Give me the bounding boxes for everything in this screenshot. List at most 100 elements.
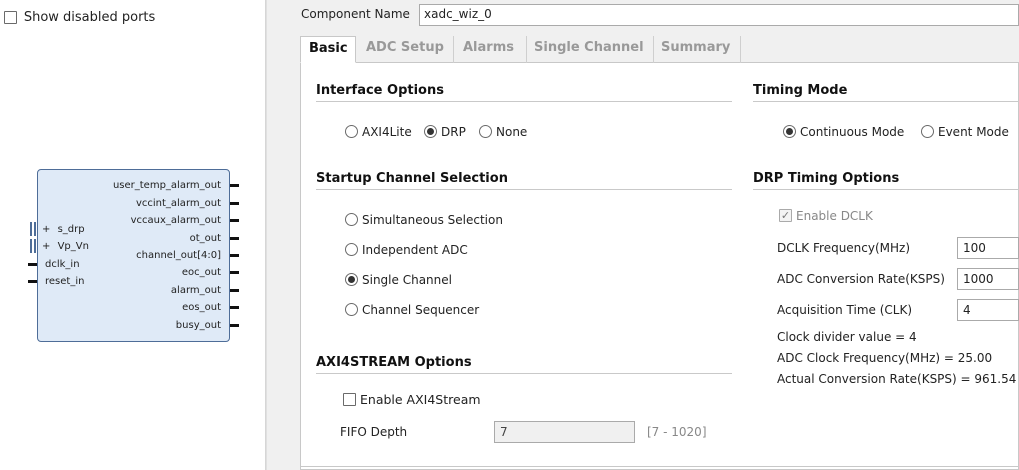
port-busy-out: busy_out: [175, 320, 221, 331]
pin: [230, 219, 239, 222]
acquisition-time-input[interactable]: 4: [957, 299, 1019, 321]
radio-button[interactable]: [345, 213, 358, 226]
pin: [230, 289, 239, 292]
radio-independent-adc-label: Independent ADC: [362, 242, 468, 257]
port-ot-out: ot_out: [189, 233, 221, 244]
expand-icon[interactable]: +: [42, 224, 50, 235]
radio-button[interactable]: [345, 273, 358, 286]
tab-bar: Basic ADC Setup Alarms Single Channel Su…: [300, 36, 1019, 63]
adc-conversion-rate-label: ADC Conversion Rate(KSPS): [777, 272, 945, 286]
radio-none-label: None: [496, 124, 528, 139]
port-vccaux-alarm-out: vccaux_alarm_out: [130, 215, 221, 226]
pin: [230, 254, 239, 257]
adc-conversion-rate-input[interactable]: 1000: [957, 268, 1019, 290]
port-dclk-in: dclk_in: [45, 259, 80, 270]
checkbox-box[interactable]: [4, 11, 17, 24]
checkbox-box[interactable]: [343, 393, 356, 406]
radio-event-mode-label: Event Mode: [938, 124, 1009, 139]
radio-button[interactable]: [479, 125, 492, 138]
tab-single-channel[interactable]: Single Channel: [526, 36, 654, 63]
fifo-depth-label: FIFO Depth: [340, 425, 408, 439]
radio-button[interactable]: [424, 125, 437, 138]
radio-button[interactable]: [345, 243, 358, 256]
pin: [230, 237, 239, 240]
pin: [28, 280, 37, 283]
pin: [230, 271, 239, 274]
splitter[interactable]: [266, 0, 296, 470]
pin: [230, 184, 239, 187]
radio-event-mode[interactable]: Event Mode: [921, 124, 1009, 139]
drp-timing-title: DRP Timing Options: [753, 171, 900, 186]
tab-adc-setup[interactable]: ADC Setup: [358, 36, 454, 63]
radio-none[interactable]: None: [479, 124, 527, 139]
component-name-input[interactable]: xadc_wiz_0: [419, 4, 1019, 26]
divider: [753, 189, 1019, 190]
timing-mode-title: Timing Mode: [753, 83, 848, 98]
radio-axi4lite-label: AXI4Lite: [362, 124, 412, 139]
pin: [28, 263, 37, 266]
divider: [316, 373, 732, 374]
port-vp-vn-label: Vp_Vn: [57, 241, 89, 252]
clock-divider-text: Clock divider value = 4: [777, 330, 917, 344]
axi4stream-options-title: AXI4STREAM Options: [316, 355, 472, 370]
enable-axi4stream-label: Enable AXI4Stream: [360, 392, 481, 407]
radio-continuous-mode[interactable]: Continuous Mode: [783, 124, 904, 139]
radio-continuous-mode-label: Continuous Mode: [800, 124, 905, 139]
pin: [230, 202, 239, 205]
bus-pin: [30, 222, 36, 236]
tab-summary[interactable]: Summary: [653, 36, 741, 63]
fifo-depth-range: [7 - 1020]: [647, 425, 707, 439]
radio-button[interactable]: [921, 125, 934, 138]
pin: [230, 324, 239, 327]
show-disabled-ports-checkbox[interactable]: Show disabled ports: [4, 10, 155, 25]
port-s-drp: + s_drp: [42, 224, 85, 235]
port-channel-out: channel_out[4:0]: [136, 250, 221, 261]
symbol-panel: Show disabled ports user_temp_alarm_out …: [0, 0, 266, 470]
expand-icon[interactable]: +: [42, 241, 50, 252]
radio-simultaneous-selection[interactable]: Simultaneous Selection: [345, 212, 503, 227]
port-user-temp-alarm-out: user_temp_alarm_out: [112, 180, 221, 191]
radio-single-channel-label: Single Channel: [362, 272, 452, 287]
radio-drp[interactable]: DRP: [424, 124, 466, 139]
divider: [753, 101, 1019, 102]
show-disabled-ports-label: Show disabled ports: [23, 10, 156, 25]
radio-channel-sequencer[interactable]: Channel Sequencer: [345, 302, 479, 317]
port-s-drp-label: s_drp: [57, 224, 85, 235]
checkbox-box: [779, 209, 792, 222]
divider: [316, 189, 732, 190]
radio-button[interactable]: [345, 125, 358, 138]
acquisition-time-label: Acquisition Time (CLK): [777, 303, 913, 317]
port-eos-out: eos_out: [182, 302, 221, 313]
port-eoc-out: eoc_out: [181, 267, 221, 278]
radio-independent-adc[interactable]: Independent ADC: [345, 242, 468, 257]
bus-pin: [30, 239, 36, 253]
port-reset-in: reset_in: [45, 276, 85, 287]
startup-channel-title: Startup Channel Selection: [316, 171, 508, 186]
component-name-label: Component Name: [301, 7, 410, 21]
enable-dclk-label: Enable DCLK: [796, 208, 873, 223]
radio-axi4lite[interactable]: AXI4Lite: [345, 124, 412, 139]
panel-bottom-border: [300, 466, 1019, 467]
radio-simultaneous-label: Simultaneous Selection: [362, 212, 503, 227]
tab-alarms[interactable]: Alarms: [455, 36, 527, 63]
port-vccint-alarm-out: vccint_alarm_out: [135, 198, 221, 209]
dclk-frequency-label: DCLK Frequency(MHz): [777, 241, 911, 255]
pin: [230, 306, 239, 309]
enable-axi4stream-checkbox[interactable]: Enable AXI4Stream: [343, 392, 481, 407]
enable-dclk-checkbox: Enable DCLK: [779, 208, 873, 223]
actual-conversion-rate-text: Actual Conversion Rate(KSPS) = 961.54: [777, 372, 1017, 386]
adc-clock-frequency-text: ADC Clock Frequency(MHz) = 25.00: [777, 351, 993, 365]
dclk-frequency-input[interactable]: 100: [957, 237, 1019, 259]
divider: [316, 101, 732, 102]
port-vp-vn: + Vp_Vn: [42, 241, 89, 252]
radio-button[interactable]: [783, 125, 796, 138]
fifo-depth-input[interactable]: 7: [494, 421, 635, 443]
interface-options-title: Interface Options: [316, 83, 444, 98]
ip-block-symbol[interactable]: user_temp_alarm_out vccint_alarm_out vcc…: [37, 169, 230, 342]
radio-button[interactable]: [345, 303, 358, 316]
port-alarm-out: alarm_out: [170, 285, 221, 296]
radio-single-channel[interactable]: Single Channel: [345, 272, 452, 287]
tab-basic[interactable]: Basic: [300, 36, 356, 63]
radio-drp-label: DRP: [441, 124, 466, 139]
radio-channel-sequencer-label: Channel Sequencer: [362, 302, 480, 317]
